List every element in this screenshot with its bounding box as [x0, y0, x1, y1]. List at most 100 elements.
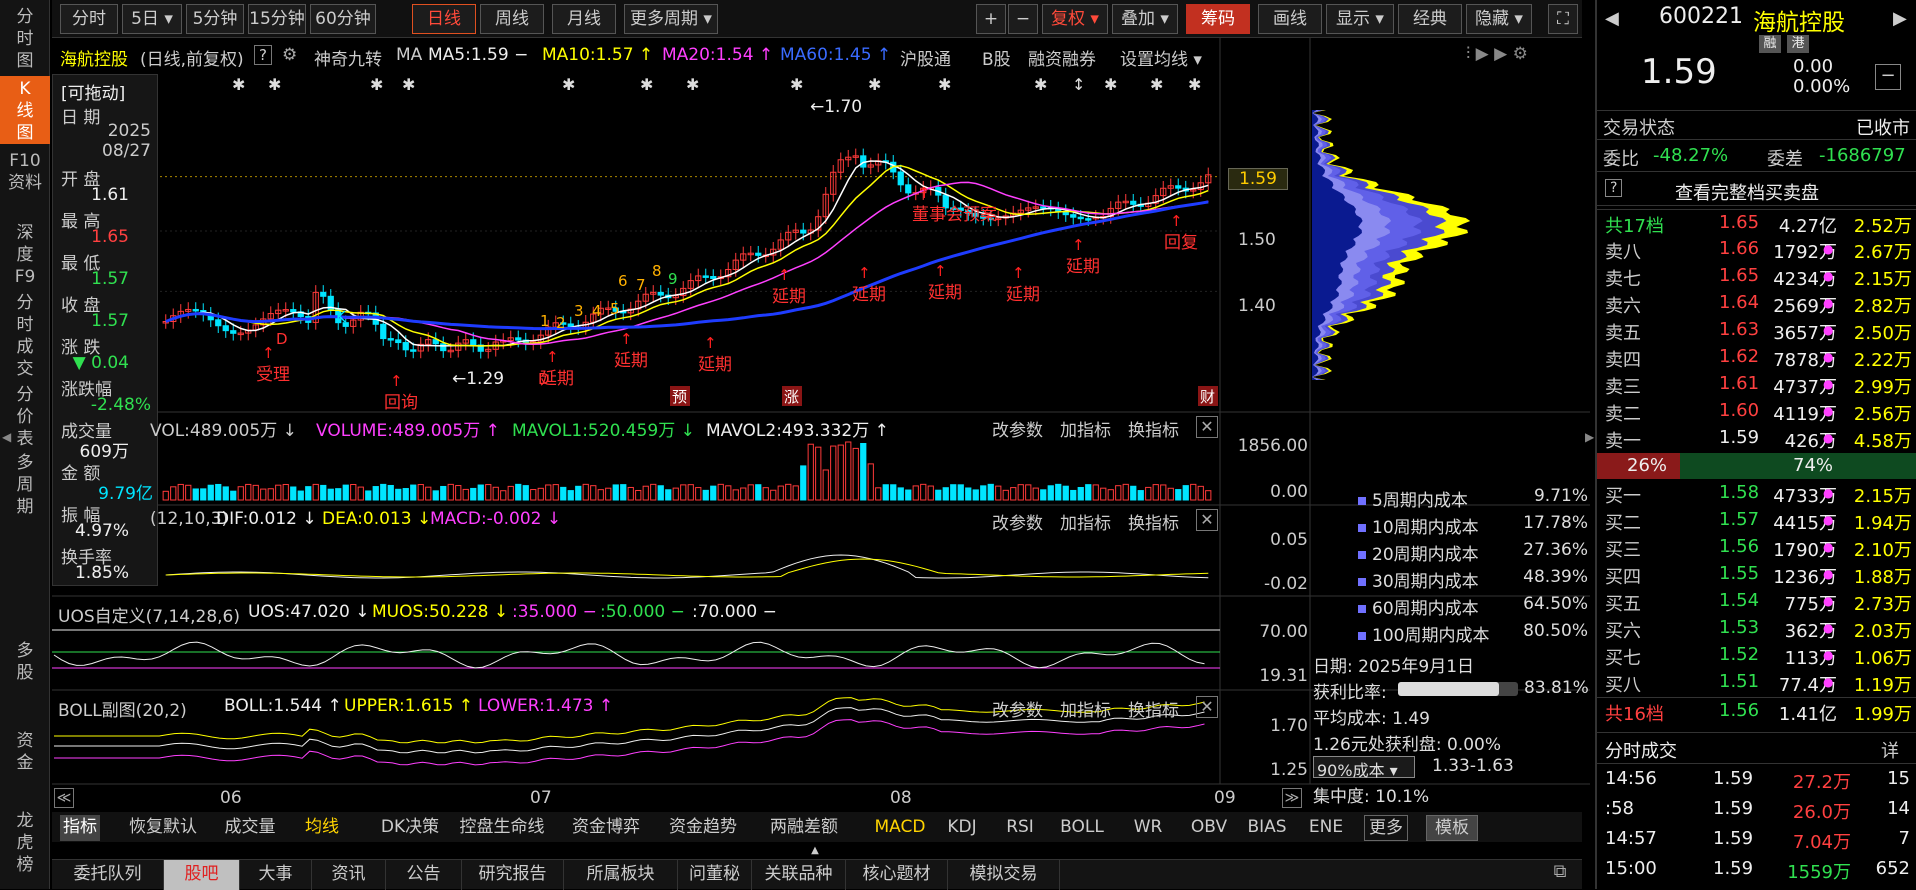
- sell-level-row[interactable]: 卖七 1.65 4234万 ● 2.15万: [1597, 263, 1916, 290]
- info-tab[interactable]: 模拟交易: [948, 860, 1060, 890]
- next-stock-icon[interactable]: ▶: [1893, 8, 1907, 29]
- volume-bar: [185, 484, 192, 501]
- indicator-tab[interactable]: 指标: [60, 815, 100, 841]
- indicator-tab[interactable]: 模板: [1426, 815, 1478, 841]
- sell-level-row[interactable]: 卖八 1.66 1792万 ● 2.67万: [1597, 236, 1916, 263]
- buy-level-row[interactable]: 买七 1.52 113万 ● 1.06万: [1597, 642, 1916, 669]
- volume-bar: [1070, 489, 1077, 501]
- indicator-tab[interactable]: 成交量: [218, 815, 282, 841]
- level-volume: 1.99万: [1853, 704, 1912, 725]
- volume-bar: [222, 486, 229, 501]
- info-tab[interactable]: 委托队列: [52, 860, 164, 890]
- full-book-row[interactable]: ? 查看完整档买卖盘: [1597, 174, 1916, 206]
- ticks-detail-link[interactable]: 详: [1881, 737, 1899, 763]
- boll-axis-bottom: 1.25: [1270, 760, 1308, 780]
- expand-icon[interactable]: ▲: [800, 845, 830, 856]
- buy-level-row[interactable]: 买八 1.51 77.4万 ● 1.19万: [1597, 669, 1916, 696]
- indicator-tab[interactable]: MACD: [872, 815, 928, 841]
- indicator-tab[interactable]: WR: [1126, 815, 1170, 841]
- volume-bar: [852, 447, 859, 501]
- vol-close-icon[interactable]: ✕: [1196, 416, 1218, 438]
- info-tab[interactable]: 资讯: [312, 860, 386, 890]
- info-tab[interactable]: 问董秘: [678, 860, 752, 890]
- scroll-right-icon[interactable]: ≫: [1282, 788, 1302, 808]
- sell-level-row[interactable]: 卖二 1.60 4119万 ● 2.56万: [1597, 398, 1916, 425]
- buy-total-row[interactable]: 共16档 1.56 1.41亿 1.99万: [1597, 697, 1916, 725]
- date-value: 08/27: [102, 141, 151, 161]
- star-marker: ✱: [790, 75, 803, 94]
- macd-add-indicator[interactable]: 加指标: [1060, 509, 1111, 534]
- macd-swap-indicator[interactable]: 换指标: [1128, 509, 1179, 534]
- volume-bar: [1175, 489, 1182, 501]
- info-tab[interactable]: 关联品种: [752, 860, 846, 890]
- info-tab[interactable]: 股吧: [164, 860, 240, 890]
- volume-bar: [545, 484, 552, 501]
- indicator-tab[interactable]: KDJ: [940, 815, 984, 841]
- info-tab[interactable]: 大事: [240, 860, 312, 890]
- indicator-tab[interactable]: DK决策: [378, 815, 442, 841]
- sell-level-row[interactable]: 卖一 1.59 426万 ● 4.58万: [1597, 425, 1916, 452]
- popout-icon[interactable]: ⧉: [1546, 861, 1574, 887]
- indicator-tab[interactable]: 控盘生命线: [456, 815, 548, 841]
- indicator-tab[interactable]: BIAS: [1242, 815, 1292, 841]
- buy-level-row[interactable]: 买三 1.56 1790万 ● 2.10万: [1597, 534, 1916, 561]
- cost-label: 10周期内成本: [1372, 518, 1479, 538]
- vol-swap-indicator[interactable]: 换指标: [1128, 416, 1179, 441]
- info-tab[interactable]: 所属板块: [564, 860, 678, 890]
- event-badge: 涨: [784, 388, 799, 406]
- indicator-tab[interactable]: 更多: [1364, 815, 1408, 841]
- tick-volume: 27.2万: [1792, 772, 1851, 793]
- weibi-label: 委比: [1603, 149, 1639, 170]
- boll-close-icon[interactable]: ✕: [1196, 696, 1218, 718]
- sell-level-row[interactable]: 卖三 1.61 4737万 ● 2.99万: [1597, 371, 1916, 398]
- scroll-left-icon[interactable]: ≪: [54, 788, 74, 808]
- info-tab[interactable]: 核心题材: [846, 860, 948, 890]
- boll-title: BOLL副图(20,2): [58, 701, 187, 721]
- info-tab[interactable]: 公告: [386, 860, 462, 890]
- indicator-tab[interactable]: 两融差额: [760, 815, 848, 841]
- buy-level-row[interactable]: 买二 1.57 4415万 ● 1.94万: [1597, 507, 1916, 534]
- buy-level-row[interactable]: 买六 1.53 362万 ● 2.03万: [1597, 615, 1916, 642]
- indicator-tab[interactable]: OBV: [1186, 815, 1232, 841]
- indicator-tab[interactable]: ENE: [1304, 815, 1348, 841]
- order-dot: ●: [1823, 269, 1834, 283]
- full-book-link[interactable]: 查看完整档买卖盘: [1675, 179, 1819, 205]
- uos-line-35: :35.000 −: [512, 602, 597, 622]
- boll-swap-indicator[interactable]: 换指标: [1128, 696, 1179, 721]
- buy-level-row[interactable]: 买四 1.55 1236万 ● 1.88万: [1597, 561, 1916, 588]
- vol-edit-params[interactable]: 改参数: [992, 416, 1043, 441]
- signal-letter: D: [276, 330, 288, 348]
- remove-watch-button[interactable]: −: [1875, 64, 1901, 90]
- collapse-right-icon[interactable]: ▶: [1585, 430, 1594, 444]
- indicator-tab[interactable]: 资金博弈: [568, 815, 644, 841]
- info-tab[interactable]: 研究报告: [462, 860, 564, 890]
- event-label: 延期: [772, 287, 806, 307]
- macd-edit-params[interactable]: 改参数: [992, 509, 1043, 534]
- volume-bar: [537, 487, 544, 501]
- prev-stock-icon[interactable]: ◀: [1605, 8, 1619, 29]
- boll-add-indicator[interactable]: 加指标: [1060, 696, 1111, 721]
- macd-close-icon[interactable]: ✕: [1196, 509, 1218, 531]
- volume-bar: [732, 489, 739, 501]
- vol-add-indicator[interactable]: 加指标: [1060, 416, 1111, 441]
- current-price-tag: 1.59: [1228, 168, 1288, 190]
- sell-total-row[interactable]: 共17档 1.65 4.27亿 2.52万: [1597, 209, 1916, 237]
- nav-dragon-tiger[interactable]: 龙虎榜: [0, 810, 50, 880]
- indicator-tab[interactable]: 资金趋势: [662, 815, 744, 841]
- buy-level-row[interactable]: 买五 1.54 775万 ● 2.73万: [1597, 588, 1916, 615]
- sell-level-row[interactable]: 卖五 1.63 3657万 ● 2.50万: [1597, 317, 1916, 344]
- uos-line: [53, 641, 1205, 669]
- indicator-tab[interactable]: 恢复默认: [124, 815, 202, 841]
- sell-level-row[interactable]: 卖六 1.64 2569万 ● 2.82万: [1597, 290, 1916, 317]
- indicator-tab[interactable]: BOLL: [1052, 815, 1112, 841]
- cost-label: 60周期内成本: [1372, 599, 1479, 619]
- buy-level-row[interactable]: 买一 1.58 4733万 ● 2.15万: [1597, 480, 1916, 507]
- cost-range-select[interactable]: 90%成本 ▾: [1313, 756, 1415, 780]
- indicator-tab[interactable]: RSI: [998, 815, 1042, 841]
- sell-level-row[interactable]: 卖四 1.62 7878万 ● 2.22万: [1597, 344, 1916, 371]
- indicator-tab[interactable]: 均线: [300, 815, 344, 841]
- macd-value: MACD:-0.002 ↓: [430, 509, 562, 529]
- boll-edit-params[interactable]: 改参数: [992, 696, 1043, 721]
- volume-bar: [492, 486, 499, 501]
- volume-bar: [1077, 487, 1084, 501]
